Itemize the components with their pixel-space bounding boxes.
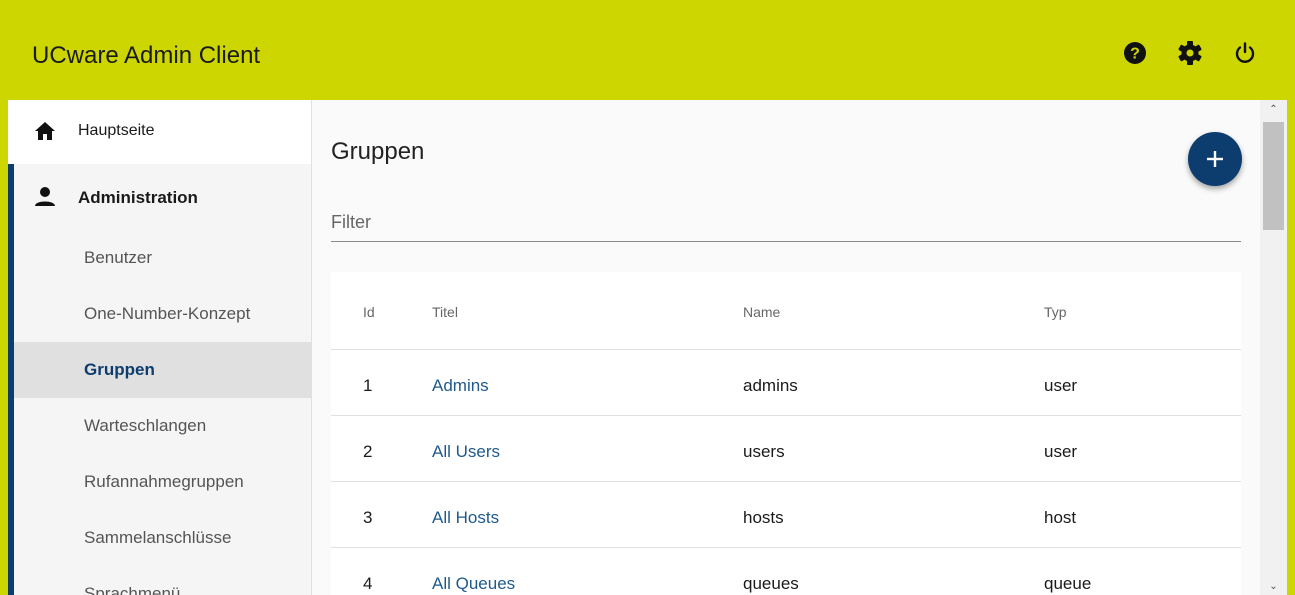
column-header-id[interactable]: Id: [363, 304, 375, 320]
sidebar-item-label: One-Number-Konzept: [84, 304, 251, 323]
sidebar-item-benutzer[interactable]: Benutzer: [14, 230, 311, 286]
sidebar-item-warteschlangen[interactable]: Warteschlangen: [14, 398, 311, 454]
cell-name: users: [743, 442, 785, 461]
scrollbar-thumb[interactable]: [1263, 122, 1284, 230]
sidebar-item-label: Administration: [78, 188, 198, 207]
column-header-typ[interactable]: Typ: [1044, 304, 1067, 320]
sidebar-group-administration: Administration Benutzer One-Number-Konze…: [8, 164, 311, 595]
sidebar: Hauptseite Administration Benutzer One-N…: [8, 100, 312, 595]
cell-id: 2: [363, 442, 373, 461]
svg-text:?: ?: [1130, 46, 1140, 63]
sidebar-item-label: Sammelanschlüsse: [84, 528, 232, 547]
cell-typ: user: [1044, 376, 1078, 395]
table-row[interactable]: 2 All Users users user: [331, 416, 1241, 482]
app-window: UCware Admin Client ? Hauptseite Adminis…: [8, 8, 1287, 595]
cell-id: 3: [363, 508, 373, 527]
cell-typ: queue: [1044, 574, 1092, 593]
table-row[interactable]: 4 All Queues queues queue: [331, 548, 1241, 595]
table-row[interactable]: 3 All Hosts hosts host: [331, 482, 1241, 548]
cell-titel-link[interactable]: Admins: [432, 376, 489, 396]
cell-titel-link[interactable]: All Users: [432, 442, 500, 462]
home-icon: [34, 120, 56, 147]
main-panel: Gruppen Id Titel Name Typ 1 Admins admin…: [313, 100, 1287, 595]
sidebar-item-rufannahmegruppen[interactable]: Rufannahmegruppen: [14, 454, 311, 510]
content-area: Hauptseite Administration Benutzer One-N…: [8, 100, 1287, 595]
plus-icon: [1207, 151, 1223, 167]
sidebar-item-administration[interactable]: Administration: [14, 164, 311, 230]
app-header: UCware Admin Client ?: [8, 8, 1287, 100]
table-header-row: Id Titel Name Typ: [331, 272, 1241, 350]
header-actions: ?: [1121, 39, 1259, 67]
cell-id: 4: [363, 574, 373, 593]
sidebar-item-label: Benutzer: [84, 248, 153, 267]
sidebar-item-one-number-konzept[interactable]: One-Number-Konzept: [14, 286, 311, 342]
sidebar-item-label: Sprachmenü: [84, 584, 181, 595]
cell-id: 1: [363, 376, 373, 395]
sidebar-item-label: Warteschlangen: [84, 416, 207, 435]
help-icon[interactable]: ?: [1121, 39, 1149, 67]
cell-name: queues: [743, 574, 799, 593]
settings-gear-icon[interactable]: [1176, 39, 1204, 67]
sidebar-item-hauptseite[interactable]: Hauptseite: [8, 100, 311, 164]
column-header-titel[interactable]: Titel: [432, 304, 458, 320]
power-icon[interactable]: [1231, 39, 1259, 67]
sidebar-item-gruppen[interactable]: Gruppen: [14, 342, 311, 398]
cell-typ: user: [1044, 442, 1078, 461]
cell-name: admins: [743, 376, 798, 395]
sidebar-item-label: Rufannahmegruppen: [84, 472, 244, 491]
scroll-down-arrow-icon[interactable]: ⌄: [1260, 577, 1287, 595]
cell-titel-link[interactable]: All Queues: [432, 574, 515, 594]
person-icon: [34, 186, 56, 213]
groups-table: Id Titel Name Typ 1 Admins admins user 2…: [331, 272, 1241, 595]
app-title: UCware Admin Client: [32, 42, 261, 69]
vertical-scrollbar[interactable]: ⌃ ⌄: [1260, 100, 1287, 595]
sidebar-item-label: Hauptseite: [78, 122, 155, 139]
column-header-name[interactable]: Name: [743, 304, 780, 320]
table-row[interactable]: 1 Admins admins user: [331, 350, 1241, 416]
cell-titel-link[interactable]: All Hosts: [432, 508, 499, 528]
scroll-up-arrow-icon[interactable]: ⌃: [1260, 100, 1287, 118]
cell-name: hosts: [743, 508, 784, 527]
filter-input[interactable]: [331, 204, 1241, 242]
page-title: Gruppen: [331, 138, 425, 165]
sidebar-item-label: Gruppen: [84, 360, 155, 379]
sidebar-item-sprachmenue[interactable]: Sprachmenü: [14, 566, 311, 595]
cell-typ: host: [1044, 508, 1077, 527]
add-group-button[interactable]: [1188, 132, 1242, 186]
sidebar-item-sammelanschluesse[interactable]: Sammelanschlüsse: [14, 510, 311, 566]
